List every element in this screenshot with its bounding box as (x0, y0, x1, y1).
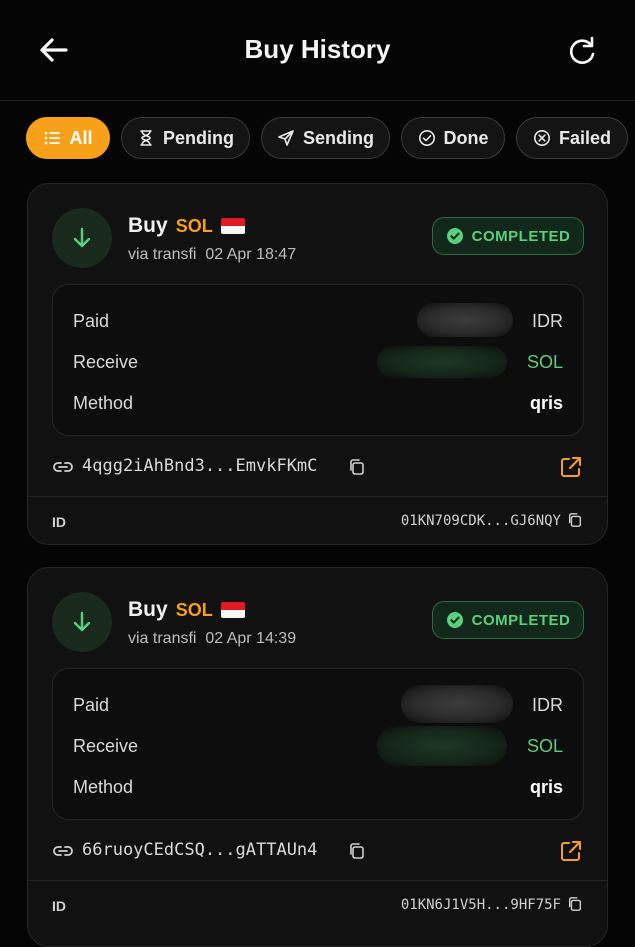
method-label: Method (73, 393, 134, 413)
status-filter-bar: All Pending Sending Done Failed (26, 117, 635, 161)
order-meta: via transfi 02 Apr 18:47 (128, 246, 296, 264)
buy-avatar (52, 592, 112, 652)
paid-label: Paid (73, 311, 110, 331)
provider-name: via transfi (128, 246, 197, 263)
receive-label: Receive (73, 736, 139, 756)
order-action: Buy (128, 214, 168, 237)
order-meta: via transfi 02 Apr 14:39 (128, 630, 296, 648)
status-badge: COMPLETED (432, 601, 584, 639)
hourglass-icon (140, 130, 152, 146)
receive-label: Receive (73, 352, 139, 372)
redacted-amount (377, 346, 507, 378)
payment-method: qris (529, 777, 563, 797)
filter-chip-label: Failed (558, 127, 611, 148)
check-circle-filled-icon (446, 228, 463, 244)
token-symbol: SOL (175, 599, 213, 620)
buy-avatar (52, 208, 112, 268)
receive-currency: SOL (526, 352, 563, 372)
filter-chip-sending[interactable]: Sending (261, 117, 390, 159)
copy-icon[interactable] (348, 458, 366, 476)
x-circle-icon (533, 130, 550, 146)
provider-name: via transfi (128, 630, 197, 647)
method-row: Method qris (73, 777, 563, 803)
order-action: Buy (128, 598, 168, 621)
paid-currency: IDR (532, 695, 563, 715)
indonesia-flag-icon (220, 602, 245, 618)
external-link-icon[interactable] (558, 454, 584, 480)
copy-icon[interactable] (567, 512, 583, 528)
external-link-icon[interactable] (558, 838, 584, 864)
paid-row: Paid IDR (73, 685, 563, 723)
filter-chip-failed[interactable]: Failed (516, 117, 628, 159)
receive-row: Receive SOL (73, 346, 563, 378)
filter-chip-label: Done (443, 127, 489, 148)
filter-chip-label: Pending (163, 127, 234, 148)
redacted-amount (377, 726, 507, 766)
order-id: 01KN6J1V5H...9HF75F (400, 897, 561, 913)
redacted-amount (417, 303, 513, 337)
refresh-icon (569, 36, 595, 64)
method-row: Method qris (73, 393, 563, 419)
order-title: Buy SOL (128, 598, 245, 622)
paid-currency: IDR (532, 311, 563, 331)
link-icon (53, 462, 73, 472)
status-badge: COMPLETED (432, 217, 584, 255)
id-label: ID (52, 514, 66, 530)
receive-row: Receive SOL (73, 726, 563, 766)
redacted-amount (401, 685, 513, 723)
order-details: Paid IDR Receive SOL Method qris (52, 284, 584, 436)
tx-hash-row: 66ruoyCEdCSQ...gATTAUn4 (52, 838, 584, 866)
copy-icon[interactable] (567, 896, 583, 912)
status-text: COMPLETED (471, 611, 571, 629)
tx-hash: 4qgg2iAhBnd3...EmvkFKmC (82, 456, 318, 476)
list-icon (45, 131, 61, 145)
order-card[interactable]: Buy SOL via transfi 02 Apr 14:39 COMPLET… (27, 567, 608, 947)
filter-chip-done[interactable]: Done (401, 117, 505, 159)
filter-chip-label: All (69, 127, 93, 148)
link-icon (53, 846, 73, 856)
filter-chip-all[interactable]: All (26, 117, 110, 159)
filter-chip-pending[interactable]: Pending (121, 117, 250, 159)
receive-currency: SOL (526, 736, 563, 756)
check-circle-filled-icon (446, 612, 463, 628)
page-title: Buy History (244, 34, 391, 64)
arrow-down-icon (73, 611, 91, 632)
token-symbol: SOL (175, 215, 213, 236)
indonesia-flag-icon (220, 218, 245, 234)
payment-method: qris (529, 393, 563, 413)
status-text: COMPLETED (471, 227, 571, 245)
order-title: Buy SOL (128, 214, 245, 238)
paid-row: Paid IDR (73, 303, 563, 337)
order-card[interactable]: Buy SOL via transfi 02 Apr 18:47 COMPLET… (27, 183, 608, 545)
order-id-row: ID 01KN6J1V5H...9HF75F (28, 880, 607, 929)
check-circle-icon (418, 130, 435, 146)
arrow-down-icon (73, 227, 91, 248)
copy-icon[interactable] (348, 842, 366, 860)
send-icon (278, 130, 294, 146)
tx-hash-row: 4qgg2iAhBnd3...EmvkFKmC (52, 454, 584, 482)
method-label: Method (73, 777, 134, 797)
tx-hash: 66ruoyCEdCSQ...gATTAUn4 (82, 840, 318, 860)
order-id: 01KN709CDK...GJ6NQY (400, 513, 561, 529)
refresh-button[interactable] (564, 33, 600, 69)
paid-label: Paid (73, 695, 110, 715)
order-date: 02 Apr 14:39 (205, 630, 297, 647)
filter-chip-label: Sending (303, 127, 374, 148)
order-details: Paid IDR Receive SOL Method qris (52, 668, 584, 820)
app-header: Buy History (0, 0, 635, 101)
order-id-row: ID 01KN709CDK...GJ6NQY (28, 496, 607, 545)
id-label: ID (52, 898, 66, 914)
order-date: 02 Apr 18:47 (205, 246, 297, 263)
